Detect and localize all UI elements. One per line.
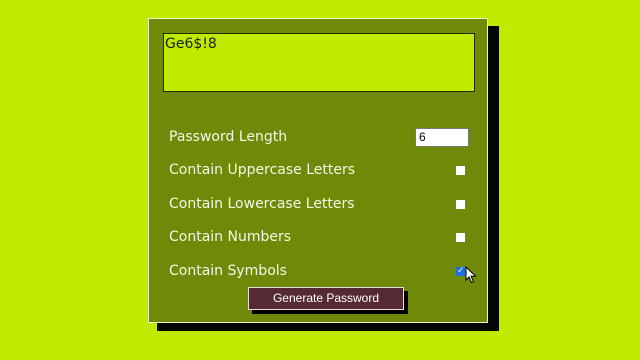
password-generator-card: Ge6$!8 Password Length Contain Uppercase… bbox=[148, 18, 488, 323]
option-uppercase-row: Contain Uppercase Letters bbox=[169, 158, 467, 182]
option-symbols-label: Contain Symbols bbox=[169, 263, 287, 279]
checkmark-icon: ✓ bbox=[457, 265, 465, 276]
generate-password-button[interactable]: Generate Password bbox=[248, 287, 404, 310]
password-length-row: Password Length bbox=[169, 125, 469, 149]
option-lowercase-label: Contain Lowercase Letters bbox=[169, 196, 355, 212]
password-length-label: Password Length bbox=[169, 129, 288, 145]
option-numbers-row: Contain Numbers bbox=[169, 225, 467, 249]
option-lowercase-checkbox[interactable] bbox=[456, 199, 465, 209]
option-uppercase-checkbox[interactable] bbox=[456, 165, 465, 175]
option-lowercase-row: Contain Lowercase Letters bbox=[169, 192, 467, 216]
password-length-input[interactable] bbox=[415, 127, 469, 147]
option-symbols-row: Contain Symbols ✓ bbox=[169, 259, 467, 283]
option-symbols-checkbox[interactable]: ✓ bbox=[456, 265, 465, 276]
option-numbers-checkbox[interactable] bbox=[456, 232, 465, 242]
mouse-pointer-icon bbox=[465, 266, 477, 284]
password-output[interactable]: Ge6$!8 bbox=[163, 33, 475, 92]
option-numbers-label: Contain Numbers bbox=[169, 229, 292, 245]
option-uppercase-label: Contain Uppercase Letters bbox=[169, 162, 356, 178]
